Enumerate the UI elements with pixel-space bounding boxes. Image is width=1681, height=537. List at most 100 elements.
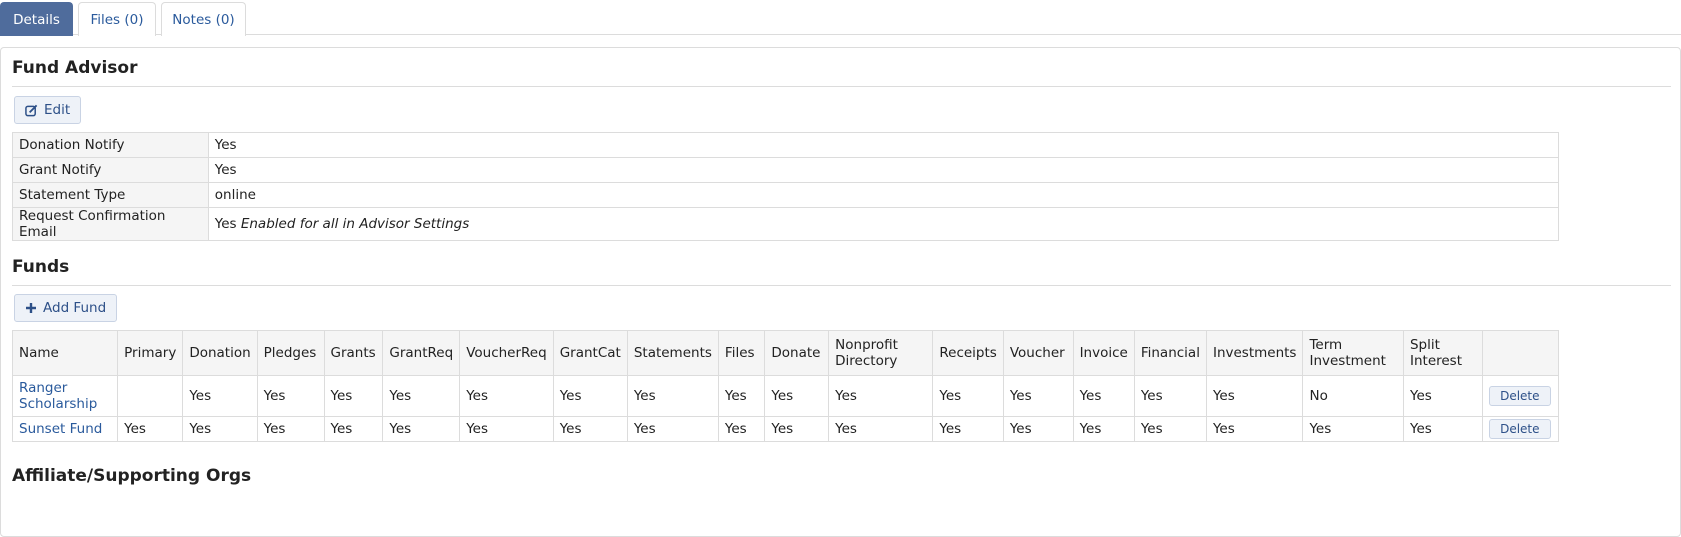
- table-cell: Yes: [1302, 416, 1404, 442]
- tab-bar: Details Files (0) Notes (0): [0, 0, 1681, 36]
- column-header: GrantCat: [552, 330, 628, 376]
- add-fund-label: Add Fund: [43, 300, 107, 316]
- divider: [12, 86, 1671, 87]
- edit-button[interactable]: Edit: [14, 96, 82, 124]
- column-header: [1482, 330, 1559, 376]
- column-header: Statements: [626, 330, 719, 376]
- table-cell: Yes: [1072, 375, 1135, 417]
- column-header: Financial: [1133, 330, 1207, 376]
- fund-name-cell: Ranger Scholarship: [11, 375, 119, 417]
- fund-name-cell: Sunset Fund: [11, 416, 119, 442]
- row-value: Yes: [207, 157, 1560, 183]
- table-cell: Yes: [764, 375, 830, 417]
- table-row: Sunset Fund Yes Yes Yes Yes Yes Yes Yes Yes Yes Ye…: [11, 416, 1559, 442]
- divider: [12, 285, 1671, 286]
- table-cell: Yes: [1002, 416, 1074, 442]
- row-value: Yes Enabled for all in Advisor Settings: [207, 207, 1560, 241]
- table-cell: No: [1302, 375, 1404, 417]
- table-row: Statement Type online: [12, 182, 1560, 208]
- table-cell: Yes: [626, 416, 719, 442]
- table-cell: Yes: [256, 416, 325, 442]
- column-header: Term Investment: [1302, 330, 1404, 376]
- column-header: Files: [717, 330, 766, 376]
- table-cell: Yes: [626, 375, 719, 417]
- table-cell: Yes: [1002, 375, 1074, 417]
- tab-details[interactable]: Details: [0, 2, 73, 36]
- column-header: Name: [11, 330, 119, 376]
- column-header: Donate: [764, 330, 830, 376]
- advisor-table: Donation Notify Yes Grant Notify Yes Sta…: [12, 132, 1560, 241]
- table-cell: Yes: [932, 375, 1004, 417]
- table-cell: Yes: [382, 375, 461, 417]
- table-cell: Yes: [182, 375, 258, 417]
- table-row: Donation Notify Yes: [12, 132, 1560, 158]
- funds-table-body: Ranger Scholarship Yes Yes Yes Yes Yes Yes Yes Y…: [11, 375, 1559, 442]
- table-cell: Yes: [182, 416, 258, 442]
- table-row: Ranger Scholarship Yes Yes Yes Yes Yes Yes Yes Y…: [11, 375, 1559, 417]
- table-cell: Yes: [552, 375, 628, 417]
- tab-notes[interactable]: Notes (0): [161, 2, 246, 36]
- column-header: Donation: [182, 330, 258, 376]
- value-text: Yes: [214, 216, 237, 232]
- table-cell: Yes: [1402, 375, 1484, 417]
- table-cell: Yes: [459, 416, 554, 442]
- column-header: Nonprofit Directory: [828, 330, 934, 376]
- column-header: Receipts: [932, 330, 1004, 376]
- table-cell: Yes: [764, 416, 830, 442]
- row-value: online: [207, 182, 1560, 208]
- row-label: Request Confirmation Email: [12, 207, 209, 241]
- row-label: Donation Notify: [12, 132, 209, 158]
- row-label: Grant Notify: [12, 157, 209, 183]
- fund-name-link[interactable]: Sunset Fund: [19, 421, 102, 437]
- column-header: Grants: [323, 330, 384, 376]
- column-header: Voucher: [1002, 330, 1074, 376]
- table-cell: Yes: [1133, 416, 1207, 442]
- funds-table: Name Primary Donation Pledges Grants GrantReq…: [11, 330, 1559, 442]
- table-cell: Yes: [1133, 375, 1207, 417]
- fund-name-link[interactable]: Ranger Scholarship: [19, 380, 97, 412]
- table-header-row: Name Primary Donation Pledges Grants GrantReq…: [11, 330, 1559, 376]
- column-header: Invoice: [1072, 330, 1135, 376]
- table-cell: Yes: [256, 375, 325, 417]
- row-label: Statement Type: [12, 182, 209, 208]
- actions-cell: Delete: [1482, 375, 1559, 417]
- value-note: Enabled for all in Advisor Settings: [240, 216, 470, 232]
- table-cell: Yes: [117, 416, 184, 442]
- table-cell: Yes: [1205, 375, 1304, 417]
- table-cell: Yes: [828, 416, 934, 442]
- table-cell: Yes: [1072, 416, 1135, 442]
- column-header: Investments: [1205, 330, 1304, 376]
- edit-label: Edit: [44, 102, 71, 118]
- table-cell: Yes: [932, 416, 1004, 442]
- affiliate-title: Affiliate/Supporting Orgs: [12, 466, 252, 486]
- table-cell: Yes: [717, 416, 766, 442]
- column-header: GrantReq: [382, 330, 461, 376]
- column-header: Split Interest: [1402, 330, 1484, 376]
- edit-icon: [25, 104, 38, 116]
- table-cell: [117, 375, 184, 417]
- column-header: VoucherReq: [459, 330, 554, 376]
- table-cell: Yes: [382, 416, 461, 442]
- table-cell: Yes: [552, 416, 628, 442]
- column-header: Pledges: [256, 330, 325, 376]
- table-cell: Yes: [323, 375, 384, 417]
- table-row: Grant Notify Yes: [12, 157, 1560, 183]
- add-fund-button[interactable]: Add Fund: [14, 294, 118, 322]
- tab-files[interactable]: Files (0): [78, 2, 156, 36]
- funds-title: Funds: [12, 257, 70, 277]
- table-row: Request Confirmation Email Yes Enabled f…: [12, 207, 1560, 241]
- actions-cell: Delete: [1482, 416, 1559, 442]
- delete-button[interactable]: Delete: [1489, 419, 1551, 439]
- row-value: Yes: [207, 132, 1560, 158]
- column-header: Primary: [117, 330, 184, 376]
- table-cell: Yes: [1402, 416, 1484, 442]
- table-cell: Yes: [828, 375, 934, 417]
- delete-button[interactable]: Delete: [1489, 386, 1551, 406]
- table-cell: Yes: [1205, 416, 1304, 442]
- fund-advisor-title: Fund Advisor: [12, 58, 138, 78]
- table-cell: Yes: [323, 416, 384, 442]
- plus-icon: [26, 303, 36, 313]
- table-cell: Yes: [717, 375, 766, 417]
- details-panel: Fund Advisor Edit Donation Notify Yes Gr…: [0, 47, 1681, 537]
- table-cell: Yes: [459, 375, 554, 417]
